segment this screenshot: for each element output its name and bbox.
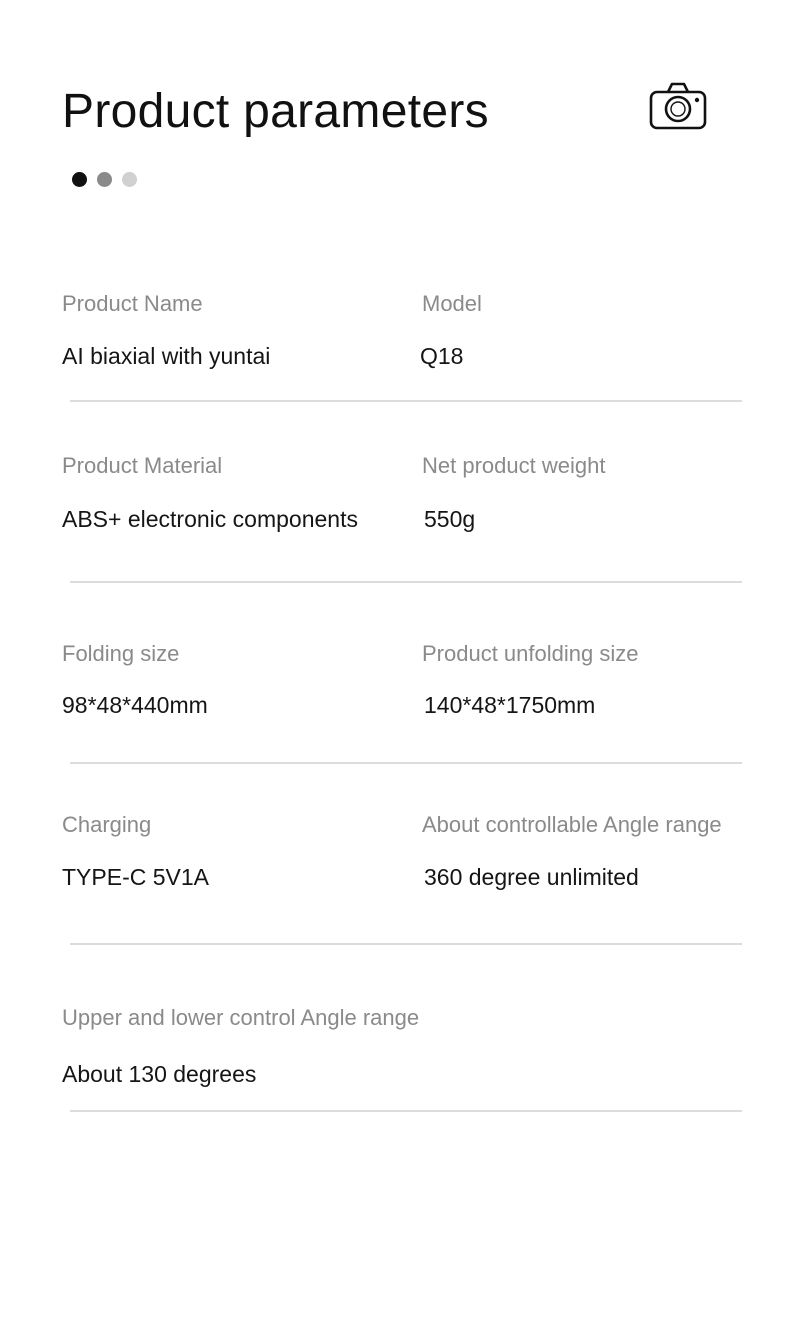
pagination-dot[interactable] (97, 172, 112, 187)
divider (70, 400, 742, 402)
pagination-dot[interactable] (122, 172, 137, 187)
param-label: Model (422, 291, 482, 316)
param-value: Q18 (420, 343, 464, 369)
page-title: Product parameters (62, 85, 489, 138)
divider (70, 943, 742, 945)
param-label: Product Material (62, 453, 223, 478)
param-label: Charging (62, 812, 152, 837)
param-label: Product unfolding size (422, 641, 639, 666)
param-label: About controllable Angle range (422, 812, 722, 837)
param-value: 360 degree unlimited (424, 864, 639, 890)
param-value: 98*48*440mm (62, 692, 208, 718)
divider (70, 1110, 742, 1112)
pagination-dot[interactable] (72, 172, 87, 187)
param-value: 140*48*1750mm (424, 692, 596, 718)
param-value: AI biaxial with yuntai (62, 343, 271, 369)
param-label: Folding size (62, 641, 180, 666)
param-label: Net product weight (422, 453, 606, 478)
param-value: TYPE-C 5V1A (62, 864, 209, 890)
divider (70, 581, 742, 583)
camera-icon (649, 82, 707, 130)
param-value: About 130 degrees (62, 1061, 257, 1087)
param-value: ABS+ electronic components (62, 506, 358, 532)
param-label: Product Name (62, 291, 203, 316)
divider (70, 762, 742, 764)
param-value: 550g (424, 506, 476, 532)
param-label: Upper and lower control Angle range (62, 1005, 420, 1030)
pagination-dots (72, 172, 137, 187)
